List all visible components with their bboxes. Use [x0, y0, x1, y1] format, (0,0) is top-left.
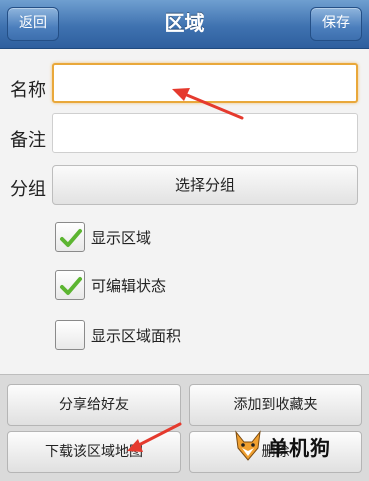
download-map-button[interactable]: 下载该区域地图: [7, 431, 181, 473]
note-field[interactable]: [52, 113, 358, 153]
title-bar: 返回 区域 保存: [0, 0, 369, 49]
editable-label: 可编辑状态: [91, 277, 167, 295]
show-area-size-label: 显示区域面积: [91, 327, 182, 345]
watermark-logo: 单机狗: [232, 430, 342, 470]
select-group-button[interactable]: 选择分组: [52, 165, 358, 205]
show-area-label: 显示区域: [91, 229, 152, 247]
name-label: 名称: [10, 80, 46, 101]
show-area-checkbox[interactable]: [55, 222, 85, 252]
checkmark-icon: [60, 277, 82, 295]
save-button[interactable]: 保存: [310, 7, 362, 41]
share-button[interactable]: 分享给好友: [7, 384, 181, 426]
name-field[interactable]: [52, 63, 358, 103]
fox-icon: [235, 430, 261, 461]
show-area-size-checkbox[interactable]: [55, 320, 85, 350]
checkmark-icon: [60, 229, 82, 247]
add-favorite-button[interactable]: 添加到收藏夹: [189, 384, 362, 426]
note-label: 备注: [10, 130, 46, 151]
editable-checkbox[interactable]: [55, 270, 85, 300]
group-label: 分组: [10, 179, 46, 200]
watermark-text: 单机狗: [268, 436, 331, 460]
